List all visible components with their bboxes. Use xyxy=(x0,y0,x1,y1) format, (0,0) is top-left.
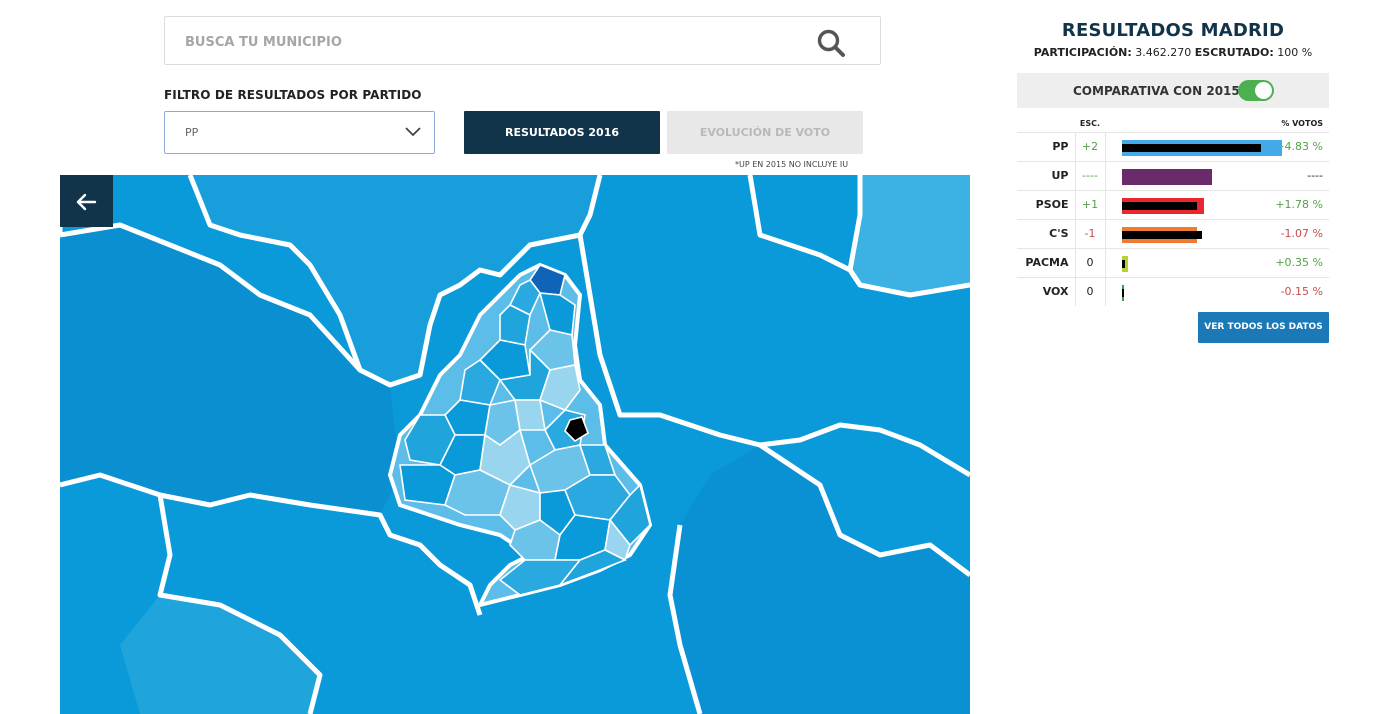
footnote: *UP EN 2015 NO INCLUYE IU xyxy=(735,160,849,169)
compare-2015-toggle[interactable] xyxy=(1238,80,1274,101)
party-row: PSOE +1 +1.78 % xyxy=(1017,189,1329,219)
party-row: UP ---- ---- xyxy=(1017,160,1329,190)
party-bar-cell xyxy=(1105,160,1275,190)
party-bar-2016 xyxy=(1121,201,1197,210)
search-input[interactable] xyxy=(185,31,785,53)
party-votes-change: -0.15 % xyxy=(1275,276,1329,306)
party-name: VOX xyxy=(1017,276,1075,306)
party-bar-2016 xyxy=(1121,230,1202,239)
party-votes-change: +1.78 % xyxy=(1275,189,1329,219)
party-row: VOX 0 -0.15 % xyxy=(1017,276,1329,306)
back-button[interactable] xyxy=(60,175,113,227)
compare-2015-bar: COMPARATIVA CON 2015 xyxy=(1017,73,1329,108)
party-votes-change: +0.35 % xyxy=(1275,247,1329,277)
search-bar xyxy=(164,16,881,65)
party-bar-cell xyxy=(1105,218,1275,248)
view-all-data-button[interactable]: VER TODOS LOS DATOS xyxy=(1198,312,1329,343)
party-name: C'S xyxy=(1017,218,1075,248)
party-votes-change: ---- xyxy=(1275,160,1329,190)
filter-label: FILTRO DE RESULTADOS POR PARTIDO xyxy=(164,88,422,102)
toggle-knob xyxy=(1255,82,1272,99)
party-seats-change: +1 xyxy=(1074,189,1106,219)
scrutinized-value: 100 % xyxy=(1277,46,1313,59)
chevron-down-icon xyxy=(405,127,421,137)
party-bar-cell xyxy=(1105,189,1275,219)
party-bar-2016 xyxy=(1121,143,1261,152)
party-votes-change: +4.83 % xyxy=(1275,131,1329,161)
party-votes-change: -1.07 % xyxy=(1275,218,1329,248)
party-seats-change: 0 xyxy=(1074,247,1106,277)
party-seats-change: 0 xyxy=(1074,276,1106,306)
party-seats-change: ---- xyxy=(1074,160,1106,190)
map-region[interactable] xyxy=(850,175,970,295)
party-row: PACMA 0 +0.35 % xyxy=(1017,247,1329,277)
search-icon[interactable] xyxy=(816,28,846,58)
party-row: C'S -1 -1.07 % xyxy=(1017,218,1329,248)
results-title: RESULTADOS MADRID xyxy=(1061,20,1285,41)
party-bar-2016 xyxy=(1121,259,1125,268)
party-bar-cell xyxy=(1105,131,1282,161)
arrow-left-icon xyxy=(76,193,97,211)
party-bar-2016 xyxy=(1121,288,1124,297)
party-seats-change: -1 xyxy=(1074,218,1106,248)
party-name: UP xyxy=(1017,160,1075,190)
party-name: PP xyxy=(1017,131,1075,161)
party-select-value: PP xyxy=(185,126,199,139)
party-name: PACMA xyxy=(1017,247,1075,277)
party-header xyxy=(1017,116,1075,132)
votes-header: % VOTOS xyxy=(1281,119,1323,129)
party-bar-2015 xyxy=(1121,168,1212,185)
participation-label: PARTICIPACIÓN: xyxy=(1033,46,1132,59)
vote-evolution-button[interactable]: EVOLUCIÓN DE VOTO xyxy=(667,111,863,154)
bar-header xyxy=(1105,116,1275,132)
participation-line: PARTICIPACIÓN: 3.462.270 ESCRUTADO: 100 … xyxy=(1017,46,1329,59)
results-map[interactable] xyxy=(60,175,970,714)
scrutinized-label: ESCRUTADO: xyxy=(1194,46,1274,59)
results-table: ESC. % VOTOS PP +2 +4.83 % UP ---- ---- PSOE +1… xyxy=(1017,116,1329,306)
esc-header: ESC. xyxy=(1079,119,1101,129)
party-seats-change: +2 xyxy=(1074,131,1106,161)
participation-value: 3.462.270 xyxy=(1135,46,1192,59)
party-name: PSOE xyxy=(1017,189,1075,219)
party-select[interactable]: PP xyxy=(164,111,435,154)
party-bar-cell xyxy=(1105,276,1275,306)
party-row: PP +2 +4.83 % xyxy=(1017,131,1329,161)
results-2016-button[interactable]: RESULTADOS 2016 xyxy=(464,111,660,154)
compare-2015-label: COMPARATIVA CON 2015 xyxy=(1073,84,1240,98)
party-bar-cell xyxy=(1105,247,1275,277)
map-svg[interactable] xyxy=(60,175,970,714)
